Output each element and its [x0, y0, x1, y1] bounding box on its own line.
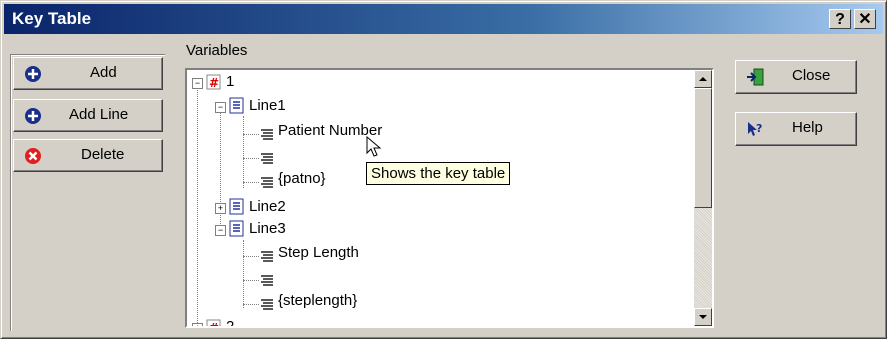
collapse-toggle[interactable]: − [215, 102, 226, 113]
key-hash-icon: # [206, 74, 221, 90]
tree-line [243, 134, 259, 135]
svg-text:#: # [209, 321, 219, 328]
plus-circle-icon [25, 108, 41, 124]
collapse-toggle[interactable]: − [192, 78, 203, 89]
tree-line [243, 182, 259, 183]
tree-node-root-1[interactable]: 1 [226, 73, 234, 90]
help-button[interactable]: ? Help [735, 112, 857, 146]
help-label: Help [792, 119, 823, 136]
variable-lines-icon [261, 153, 273, 164]
button-group [10, 54, 165, 331]
title-bar: Key Table ? ✕ [4, 4, 883, 34]
arrow-up-icon [699, 77, 707, 81]
close-label: Close [792, 67, 831, 84]
tree-node-root-2[interactable]: 2 [226, 318, 234, 326]
add-line-button[interactable]: Add Line [13, 99, 163, 132]
plus-circle-icon [25, 66, 41, 82]
svg-text:?: ? [756, 122, 762, 135]
tooltip: Shows the key table [366, 162, 511, 185]
key-table-dialog: Key Table ? ✕ Add Add Line Delete Variab… [0, 0, 887, 339]
context-help-button[interactable]: ? [829, 9, 851, 29]
line-document-icon [229, 97, 244, 114]
close-button[interactable]: Close [735, 60, 857, 94]
arrow-down-icon [699, 315, 707, 319]
scroll-thumb[interactable] [694, 88, 712, 208]
delete-button[interactable]: Delete [13, 139, 163, 172]
delete-x-circle-icon [25, 148, 41, 164]
line-document-icon [229, 198, 244, 215]
tree-line [243, 304, 259, 305]
tree-node-patno[interactable]: {patno} [278, 170, 326, 187]
expand-toggle[interactable]: + [192, 323, 203, 326]
vertical-scrollbar[interactable] [694, 70, 712, 326]
expand-toggle[interactable]: + [215, 203, 226, 214]
tree-node-line3[interactable]: Line3 [249, 220, 286, 237]
tree-line [243, 158, 259, 159]
tree-line [243, 256, 259, 257]
add-button[interactable]: Add [13, 57, 163, 90]
variable-lines-icon [261, 299, 273, 310]
mouse-pointer-icon [366, 136, 382, 157]
variable-lines-icon [261, 251, 273, 262]
tree-line [243, 280, 259, 281]
line-document-icon [229, 220, 244, 237]
tree-node-line2[interactable]: Line2 [249, 198, 286, 215]
window-close-button[interactable]: ✕ [854, 9, 876, 29]
tree-line [243, 240, 244, 308]
variables-tree[interactable]: − # 1 − Line1 Patient Number {patno} + L… [185, 68, 714, 328]
variables-label: Variables [186, 42, 248, 59]
delete-label: Delete [81, 146, 125, 163]
collapse-toggle[interactable]: − [215, 225, 226, 236]
tree-node-step-length[interactable]: Step Length [278, 244, 359, 261]
variable-lines-icon [261, 177, 273, 188]
tree-node-line1[interactable]: Line1 [249, 97, 286, 114]
key-hash-icon: # [206, 319, 221, 328]
add-label: Add [90, 64, 117, 81]
variable-lines-icon [261, 129, 273, 140]
scroll-up-button[interactable] [694, 70, 712, 88]
tree-node-steplength[interactable]: {steplength} [278, 292, 357, 309]
scroll-down-button[interactable] [694, 308, 712, 326]
tree-line [197, 87, 198, 326]
exit-door-icon [747, 68, 764, 86]
svg-text:#: # [209, 76, 219, 90]
window-title: Key Table [12, 9, 92, 28]
add-line-label: Add Line [69, 106, 129, 123]
help-pointer-icon: ? [748, 122, 762, 136]
variable-lines-icon [261, 275, 273, 286]
tree-line [243, 116, 244, 188]
